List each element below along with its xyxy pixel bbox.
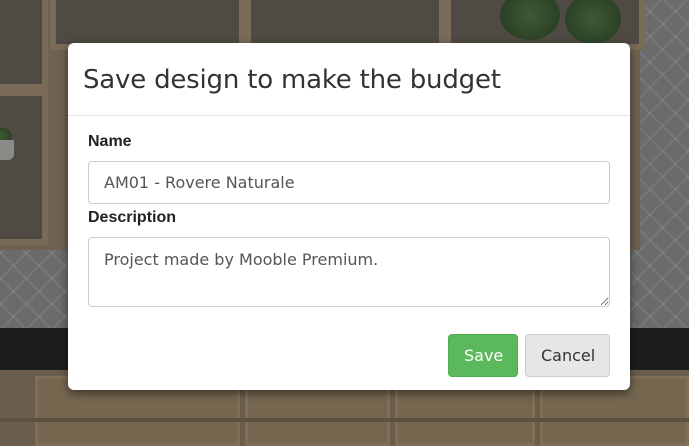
dialog-body: Name Description Project made by Mooble … bbox=[68, 116, 630, 307]
dialog-footer: Save Cancel bbox=[448, 334, 610, 377]
cancel-button[interactable]: Cancel bbox=[525, 334, 610, 377]
dialog-title: Save design to make the budget bbox=[83, 65, 501, 95]
name-input[interactable] bbox=[88, 161, 610, 204]
save-design-dialog: Save design to make the budget Name Desc… bbox=[68, 43, 630, 390]
name-label: Name bbox=[88, 133, 132, 150]
dialog-header: Save design to make the budget bbox=[68, 43, 630, 116]
description-label: Description bbox=[88, 209, 177, 226]
shelf-compartment bbox=[0, 0, 48, 90]
shelf-compartment bbox=[0, 90, 48, 245]
plant-pot bbox=[0, 140, 14, 160]
save-button[interactable]: Save bbox=[448, 334, 518, 377]
description-textarea[interactable]: Project made by Mooble Premium. bbox=[88, 237, 610, 307]
cabinet-divider bbox=[0, 418, 689, 422]
